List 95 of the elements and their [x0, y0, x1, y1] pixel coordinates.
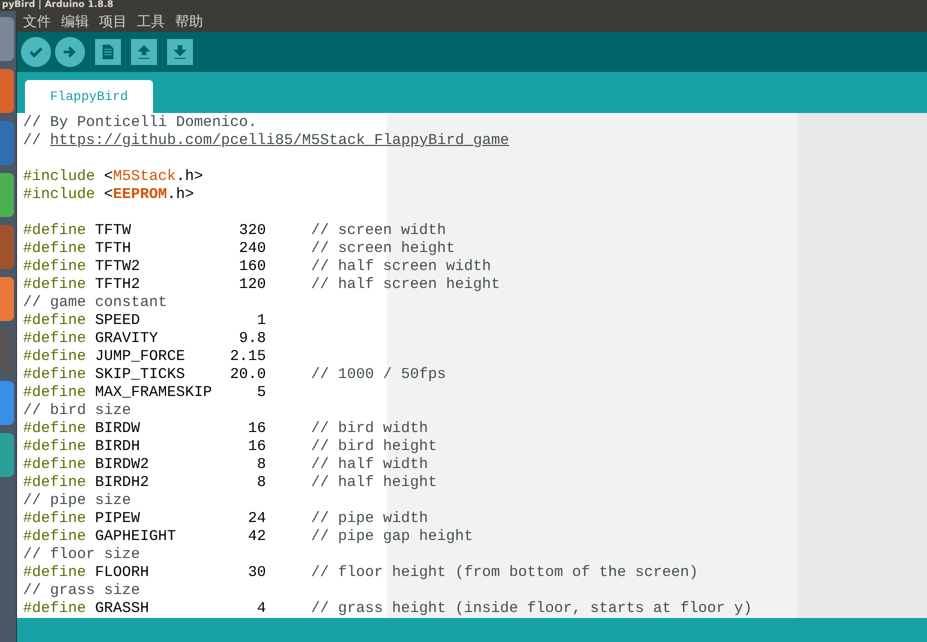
macro-value: 320: [239, 222, 266, 239]
preprocessor-directive: #define: [23, 420, 86, 438]
macro-value: 2.15: [230, 348, 266, 365]
menu-item[interactable]: 项目: [99, 14, 127, 30]
macro-value: 240: [239, 240, 266, 257]
macro-name: GAPHEIGHT: [95, 528, 176, 545]
launcher-icon[interactable]: [0, 121, 14, 165]
code-comment: // floor height (from bottom of the screen): [311, 564, 698, 581]
macro-name: TFTW: [95, 222, 132, 239]
macro-value: 9.8: [239, 330, 266, 347]
launcher-icon[interactable]: [0, 225, 14, 269]
preprocessor-directive: #define: [23, 564, 86, 582]
code-comment: // grass height (inside floor, starts at floor y): [311, 600, 752, 617]
code-comment: //: [23, 132, 42, 150]
preprocessor-directive: #define: [23, 222, 86, 240]
code-comment: // pipe gap height: [311, 528, 474, 545]
launcher-icon[interactable]: [0, 277, 14, 321]
code-comment: // pipe size: [23, 492, 132, 510]
launcher-icon[interactable]: [0, 433, 14, 477]
launcher-icon[interactable]: [0, 381, 14, 425]
macro-name: BIRDW2: [95, 456, 150, 473]
code-comment: // bird width: [311, 420, 428, 437]
macro-value: 16: [248, 420, 266, 437]
macro-name: PIPEW: [95, 510, 140, 527]
code-comment: // half height: [311, 474, 438, 491]
code-comment: // grass size: [23, 582, 140, 600]
preprocessor-directive: #include: [23, 186, 96, 204]
macro-name: TFTH2: [95, 276, 140, 293]
preprocessor-directive: #define: [23, 258, 86, 276]
new-button[interactable]: [95, 39, 121, 65]
macro-name: FLOORH: [95, 564, 150, 581]
code-comment: // bird height: [311, 438, 438, 455]
code-comment: // screen width: [311, 222, 446, 239]
preprocessor-directive: #define: [23, 366, 86, 384]
macro-name: SKIP_TICKS: [95, 366, 186, 383]
preprocessor-directive: #define: [23, 528, 86, 546]
macro-value: 160: [239, 258, 266, 275]
menu-item[interactable]: 编辑: [61, 14, 89, 30]
code-comment: // half screen height: [311, 276, 500, 293]
code-comment: // bird size: [23, 402, 132, 420]
code-comment: // 1000 / 50fps: [311, 366, 446, 383]
preprocessor-directive: #define: [23, 312, 86, 330]
code-comment: // half width: [311, 456, 428, 473]
preprocessor-directive: #define: [23, 330, 86, 348]
macro-name: JUMP_FORCE: [95, 348, 186, 365]
open-button[interactable]: [131, 39, 157, 65]
macro-value: 5: [257, 384, 266, 401]
macro-name: TFTH: [95, 240, 132, 257]
preprocessor-directive: #include: [23, 168, 96, 186]
include-path: <EEPROM.h>: [104, 186, 194, 204]
preprocessor-directive: #define: [23, 600, 86, 618]
macro-name: BIRDH2: [95, 474, 150, 491]
upload-button[interactable]: [55, 37, 85, 67]
preprocessor-directive: #define: [23, 510, 86, 528]
preprocessor-directive: #define: [23, 348, 86, 366]
macro-name: GRAVITY: [95, 330, 158, 347]
macro-value: 20.0: [230, 366, 266, 383]
launcher-icon[interactable]: [0, 69, 14, 113]
menu-item[interactable]: 帮助: [175, 14, 203, 30]
preprocessor-directive: #define: [23, 384, 86, 402]
window-title: pyBird | Arduino 1.8.8: [0, 0, 114, 11]
verify-button[interactable]: [21, 37, 51, 67]
macro-name: MAX_FRAMESKIP: [95, 384, 212, 401]
macro-value: 4: [257, 600, 266, 617]
macro-name: SPEED: [95, 312, 140, 329]
code-comment: // screen height: [311, 240, 456, 257]
preprocessor-directive: #define: [23, 276, 86, 294]
macro-value: 30: [248, 564, 266, 581]
macro-value: 120: [239, 276, 266, 293]
code-comment: // By Ponticelli Domenico.: [23, 114, 258, 132]
preprocessor-directive: #define: [23, 240, 86, 258]
macro-name: GRASSH: [95, 600, 150, 617]
preprocessor-directive: #define: [23, 474, 86, 492]
macro-name: BIRDH: [95, 438, 140, 455]
macro-value: 8: [257, 474, 266, 491]
code-comment: // half screen width: [311, 258, 492, 275]
code-comment: // game constant: [23, 294, 168, 312]
macro-name: TFTW2: [95, 258, 140, 275]
menu-item[interactable]: 文件: [23, 14, 51, 30]
macro-value: 16: [248, 438, 266, 455]
macro-value: 1: [257, 312, 266, 329]
macro-value: 24: [248, 510, 266, 527]
launcher-icon[interactable]: [0, 173, 14, 217]
macro-value: 8: [257, 456, 266, 473]
menu-item[interactable]: 工具: [137, 14, 165, 30]
code-comment: // floor size: [23, 546, 140, 564]
launcher-icon[interactable]: [0, 17, 14, 61]
preprocessor-directive: #define: [23, 438, 86, 456]
macro-name: BIRDW: [95, 420, 140, 437]
include-path: <M5Stack.h>: [104, 168, 204, 186]
save-button[interactable]: [167, 39, 193, 65]
url-link[interactable]: https://github.com/pcelli85/M5Stack_FlappyBird_game: [50, 132, 510, 150]
code-comment: // pipe width: [311, 510, 428, 527]
preprocessor-directive: #define: [23, 456, 86, 474]
macro-value: 42: [248, 528, 266, 545]
